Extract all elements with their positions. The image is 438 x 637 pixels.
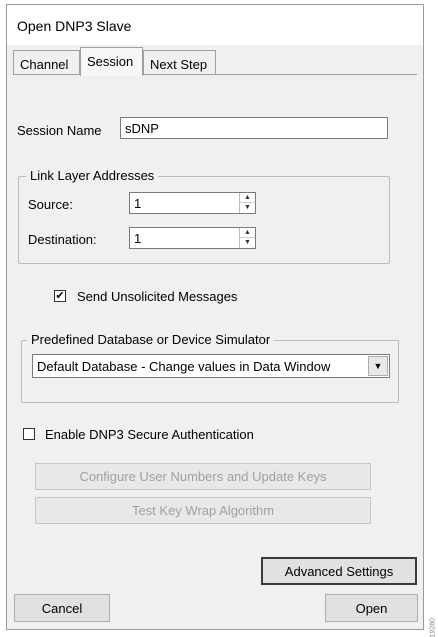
session-name-label: Session Name [17, 123, 102, 138]
tab-channel[interactable]: Channel [13, 50, 80, 74]
configure-keys-button[interactable]: Configure User Numbers and Update Keys [35, 463, 371, 490]
destination-label: Destination: [28, 232, 97, 247]
send-unsolicited-label: Send Unsolicited Messages [77, 289, 238, 304]
tab-session-label: Session [87, 54, 134, 69]
source-spinner[interactable]: 1 ▲ ▼ [129, 192, 256, 214]
tab-session[interactable]: Session [80, 47, 143, 76]
open-button[interactable]: Open [325, 594, 418, 622]
checkmark-icon: ✔ [55, 290, 65, 302]
figure-id-watermark: 19280 [429, 618, 436, 637]
source-spin-buttons[interactable]: ▲ ▼ [239, 193, 255, 213]
source-value: 1 [134, 196, 142, 211]
destination-spinner[interactable]: 1 ▲ ▼ [129, 227, 256, 249]
destination-spin-buttons[interactable]: ▲ ▼ [239, 228, 255, 248]
tab-channel-label: Channel [20, 57, 69, 72]
enable-secure-auth-label: Enable DNP3 Secure Authentication [45, 427, 254, 442]
spin-up-icon[interactable]: ▲ [240, 193, 255, 203]
cancel-button[interactable]: Cancel [14, 594, 110, 622]
open-dnp3-slave-dialog: Open DNP3 Slave Channel Session Next Ste… [6, 4, 424, 630]
spin-down-icon[interactable]: ▼ [240, 238, 255, 248]
chevron-down-icon[interactable]: ▼ [368, 356, 388, 376]
tab-next-step-label: Next Step [150, 57, 208, 72]
send-unsolicited-checkbox[interactable]: ✔ [54, 290, 66, 302]
test-key-wrap-button[interactable]: Test Key Wrap Algorithm [35, 497, 371, 524]
title-bar: Open DNP3 Slave [7, 5, 423, 45]
dialog-title: Open DNP3 Slave [17, 18, 132, 34]
database-selected-value: Default Database - Change values in Data… [37, 359, 331, 374]
advanced-settings-button[interactable]: Advanced Settings [261, 557, 417, 585]
database-legend: Predefined Database or Device Simulator [27, 332, 275, 347]
enable-secure-auth-checkbox[interactable] [23, 428, 35, 440]
link-layer-legend: Link Layer Addresses [26, 168, 159, 183]
session-name-input[interactable] [120, 117, 388, 139]
spin-down-icon[interactable]: ▼ [240, 203, 255, 213]
link-layer-group: Link Layer Addresses [18, 168, 390, 264]
database-select[interactable]: Default Database - Change values in Data… [32, 354, 390, 378]
destination-value: 1 [134, 231, 142, 246]
source-label: Source: [28, 197, 73, 212]
spin-up-icon[interactable]: ▲ [240, 228, 255, 238]
tab-next-step[interactable]: Next Step [143, 50, 216, 74]
